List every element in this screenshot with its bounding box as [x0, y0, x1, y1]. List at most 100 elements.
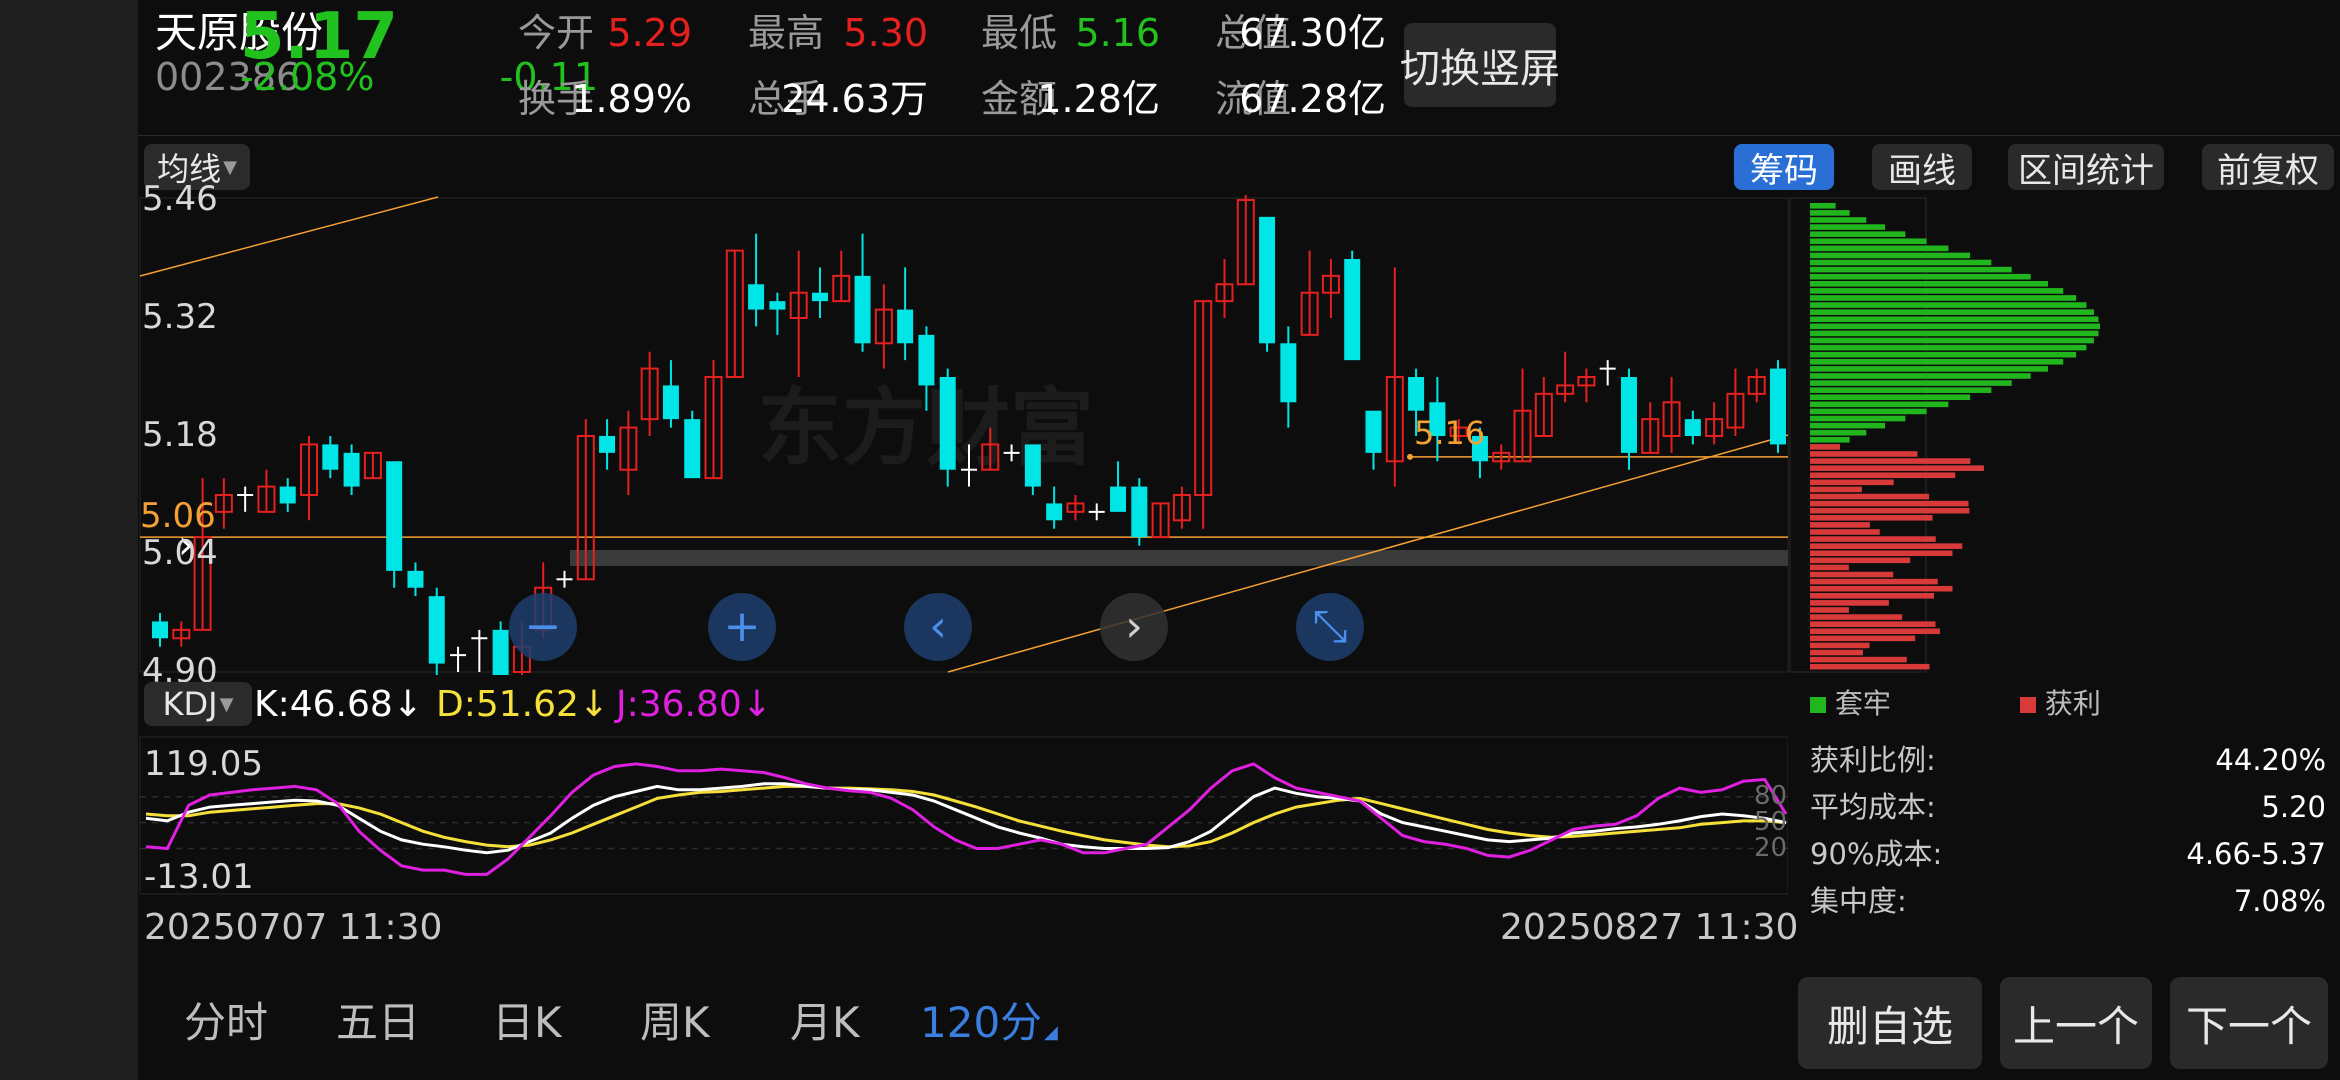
chip-bar [1810, 394, 1971, 401]
kdj-chart[interactable] [138, 735, 1788, 895]
stat-value: 5.29 [607, 11, 692, 55]
candle-body [492, 629, 509, 675]
candle-body [428, 596, 445, 664]
chip-bar [1810, 600, 1889, 606]
low-marker-label: 5.16 [1414, 413, 1486, 452]
period-tab[interactable]: 分时 [184, 1002, 268, 1044]
legend-trapped-swatch [1810, 697, 1826, 713]
candle-body [1620, 377, 1637, 453]
chip-bar [1810, 330, 2099, 337]
chip-bar [1810, 387, 1992, 393]
price-axis-label: 5.32 [142, 297, 218, 337]
chip-bar [1810, 585, 1953, 592]
chip-bar [1810, 500, 1969, 507]
chip-bar [1810, 607, 1849, 613]
chip-bar [1810, 529, 1880, 535]
chip-bar [1810, 401, 1949, 408]
kdj-y-bottom: -13.01 [144, 857, 254, 897]
legend-trapped-label: 套牢 [1834, 687, 1891, 720]
chip-bar [1810, 536, 1936, 542]
remove-watchlist-button[interactable]: 删自选 [1798, 977, 1982, 1069]
period-tab[interactable]: 五日 [336, 1002, 420, 1044]
chip-bar [1810, 266, 2012, 273]
chip-stat-label: 集中度: [1810, 884, 1907, 918]
kdj-right-label: 50 [1754, 806, 1788, 837]
chips-button[interactable]: 筹码 [1734, 144, 1834, 191]
chip-bar [1810, 203, 1836, 209]
candle-body [407, 570, 424, 588]
candle-body [1110, 486, 1127, 512]
candle-body [1408, 377, 1425, 411]
chip-bar [1810, 621, 1936, 627]
candle-body [599, 436, 616, 453]
switch-portrait-button[interactable]: 切换竖屏 [1400, 23, 1560, 107]
price-axis-label: 5.46 [142, 179, 218, 219]
price-marker-label: 5.06 [140, 496, 216, 537]
kdj-right-label: 80 [1754, 780, 1788, 811]
chip-bar [1810, 429, 1867, 436]
period-tab[interactable]: 周K [640, 1002, 710, 1044]
header-divider [138, 135, 2340, 136]
stat-value: 5.16 [1075, 11, 1160, 55]
chip-bar [1810, 437, 1850, 443]
candle-body [854, 275, 871, 344]
indicator-dropdown[interactable]: KDJ ▼ [144, 682, 252, 726]
period-tab[interactable]: 日K [492, 1002, 562, 1044]
price-adjust-button[interactable]: 前复权 [2202, 144, 2334, 191]
range-stats-button[interactable]: 区间统计 [2008, 144, 2164, 191]
chip-bar [1810, 472, 1956, 479]
candle-body [939, 377, 956, 470]
chip-bar [1810, 614, 1903, 620]
draw-line-button[interactable]: 画线 [1872, 144, 1972, 191]
stat-value: 24.63万 [781, 77, 928, 121]
chip-bar [1810, 210, 1850, 216]
zoom-in-control[interactable]: + [708, 593, 776, 661]
chip-bar [1810, 628, 1940, 635]
candle-body [811, 292, 828, 302]
caret-down-icon: ▼ [219, 693, 234, 715]
next-stock-button[interactable]: 下一个 [2170, 977, 2328, 1069]
chip-bar [1810, 522, 1870, 528]
chip-bar [1810, 337, 2094, 344]
prev-stock-button[interactable]: 上一个 [2000, 977, 2152, 1069]
scroll-right-control[interactable]: › [1100, 593, 1168, 661]
chip-bar [1810, 649, 1863, 656]
candle-body [1131, 486, 1148, 538]
chip-bar [1810, 493, 1930, 500]
chip-bar [1810, 465, 1984, 471]
scroll-left-control[interactable]: ‹ [904, 593, 972, 661]
chip-bar [1810, 550, 1953, 557]
chip-bar [1810, 302, 2087, 308]
chip-bar [1810, 571, 1894, 578]
candle-body [662, 385, 679, 420]
support-band [570, 550, 1788, 566]
collapse-control[interactable]: ⤡ [1296, 593, 1364, 661]
chip-bar [1810, 373, 2031, 379]
chip-bar [1810, 323, 2100, 330]
chip-stat-value: 5.20 [2261, 790, 2326, 824]
d-value: D:51.62↓ [436, 687, 609, 723]
chip-bar [1810, 593, 1935, 599]
left-system-bar [0, 0, 138, 1080]
j-label: J:36.80 [616, 684, 742, 725]
candle-body [1770, 368, 1786, 445]
zoom-out-icon: − [525, 601, 562, 652]
chip-bar [1810, 217, 1867, 223]
period-tab[interactable]: 月K [790, 1002, 860, 1044]
k-value: K:46.68↓ [254, 687, 423, 723]
chip-bar [1810, 507, 1970, 514]
change-percent: -2.08% [240, 55, 375, 99]
stat-value: 1.89% [571, 77, 692, 121]
zoom-out-control[interactable]: − [509, 593, 577, 661]
chip-bar [1810, 656, 1907, 663]
candle-body [1684, 419, 1701, 436]
period-tab[interactable]: 120分 [920, 1002, 1042, 1044]
chip-bar [1810, 380, 2012, 386]
chip-bar [1810, 273, 2031, 280]
candlestick-chart[interactable]: 东方财富− + ‹ › ⤡› [138, 195, 2340, 675]
collapse-icon: ⤡ [1312, 601, 1347, 652]
legend-profit: 获利 [2020, 690, 2101, 718]
chip-bar [1810, 295, 2077, 301]
candle-body [897, 309, 914, 344]
chip-bar [1810, 663, 1930, 670]
